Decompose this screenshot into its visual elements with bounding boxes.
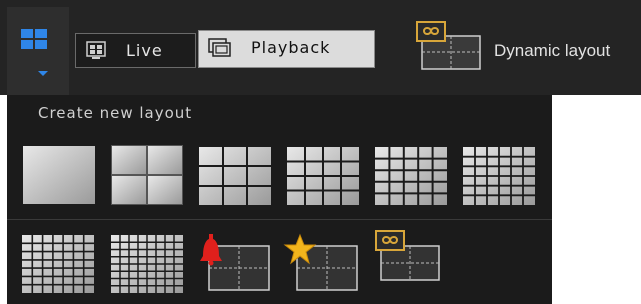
tab-playback[interactable]: Playback bbox=[198, 30, 375, 68]
layout-7x7-option[interactable] bbox=[22, 235, 94, 293]
favorite-layout-icon[interactable] bbox=[283, 232, 361, 294]
layout-6x6-option[interactable] bbox=[463, 147, 535, 205]
dynamic-layout-icon[interactable] bbox=[416, 21, 482, 71]
layout-3x3-option[interactable] bbox=[199, 147, 271, 205]
layout-1x1-option[interactable] bbox=[22, 145, 96, 205]
live-monitor-icon bbox=[86, 41, 106, 59]
grid-icon bbox=[21, 29, 47, 49]
create-layout-dropdown: Create new layout bbox=[7, 95, 552, 304]
dropdown-divider bbox=[7, 219, 552, 220]
dynamic-layout-option[interactable] bbox=[375, 230, 441, 282]
dynamic-layout-label[interactable]: Dynamic layout bbox=[494, 41, 610, 61]
layout-menu-button[interactable] bbox=[7, 7, 69, 95]
dropdown-title: Create new layout bbox=[38, 104, 193, 122]
top-toolbar: Live Playback Dynamic layout bbox=[0, 0, 641, 95]
tab-live-label: Live bbox=[126, 41, 163, 60]
tab-playback-label: Playback bbox=[251, 38, 331, 57]
layout-2x2-option[interactable] bbox=[111, 145, 183, 205]
layout-8x8-option[interactable] bbox=[111, 235, 183, 293]
layout-4x4-option[interactable] bbox=[287, 147, 359, 205]
playback-icon bbox=[208, 38, 231, 57]
chevron-down-icon bbox=[38, 71, 48, 76]
alarm-layout-icon[interactable] bbox=[195, 232, 273, 294]
tab-live[interactable]: Live bbox=[75, 33, 196, 68]
layout-5x5-option[interactable] bbox=[375, 147, 447, 205]
